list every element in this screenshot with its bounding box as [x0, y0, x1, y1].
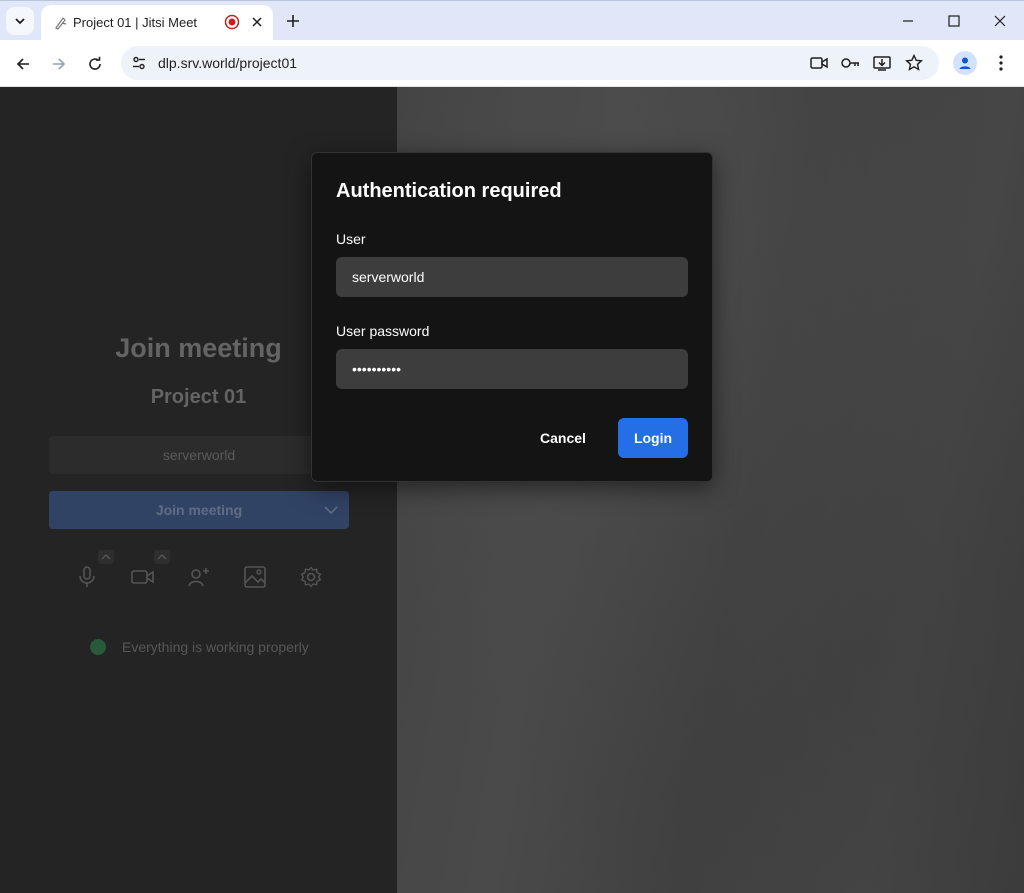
forward-button[interactable]	[45, 50, 73, 78]
window-close-button[interactable]	[984, 5, 1016, 37]
reload-icon	[89, 56, 101, 70]
login-button[interactable]: Login	[618, 418, 688, 458]
video-camera-icon	[810, 57, 828, 69]
jitsi-page: Join meeting Project 01 serverworld Join…	[0, 87, 1024, 893]
recording-indicator-icon	[224, 14, 240, 30]
address-bar[interactable]: dlp.srv.world/project01	[121, 46, 939, 80]
password-input[interactable]	[336, 349, 688, 389]
key-icon	[841, 58, 859, 68]
authentication-dialog: Authentication required User User passwo…	[311, 152, 713, 482]
install-icon	[873, 56, 891, 71]
reload-button[interactable]	[81, 50, 109, 78]
tune-icon	[133, 56, 145, 70]
jitsi-favicon-icon	[55, 17, 67, 30]
plus-icon	[287, 15, 299, 27]
user-input[interactable]	[336, 257, 688, 297]
url-text: dlp.srv.world/project01	[158, 55, 298, 71]
profile-button[interactable]	[953, 51, 977, 75]
cancel-button[interactable]: Cancel	[524, 418, 602, 458]
arrow-left-icon	[16, 58, 29, 70]
password-label: User password	[336, 323, 430, 339]
user-label: User	[336, 231, 366, 247]
close-icon	[994, 15, 1006, 27]
minimize-button[interactable]	[892, 5, 924, 37]
bookmark-button[interactable]	[903, 52, 925, 74]
tab-strip: Project 01 | Jitsi Meet	[0, 0, 1024, 41]
site-info-button[interactable]	[129, 53, 149, 73]
back-button[interactable]	[9, 50, 37, 78]
tab-search-button[interactable]	[6, 7, 34, 35]
star-icon	[905, 54, 923, 71]
browser-toolbar: dlp.srv.world/project01	[0, 40, 1024, 87]
dialog-title: Authentication required	[336, 180, 562, 202]
close-icon	[252, 17, 262, 27]
minimize-icon	[903, 20, 913, 22]
more-vertical-icon	[999, 55, 1003, 71]
maximize-button[interactable]	[938, 5, 970, 37]
tab-title: Project 01 | Jitsi Meet	[73, 15, 198, 30]
new-tab-button[interactable]	[281, 9, 305, 33]
avatar-icon	[959, 57, 971, 69]
camera-in-use-button[interactable]	[808, 52, 830, 74]
browser-tab[interactable]: Project 01 | Jitsi Meet	[41, 5, 273, 41]
password-manager-button[interactable]	[839, 52, 861, 74]
install-app-button[interactable]	[871, 52, 893, 74]
chevron-down-icon	[15, 18, 25, 25]
browser-menu-button[interactable]	[989, 51, 1013, 75]
tab-close-button[interactable]	[247, 12, 267, 32]
maximize-icon	[948, 15, 960, 27]
arrow-right-icon	[53, 58, 66, 70]
